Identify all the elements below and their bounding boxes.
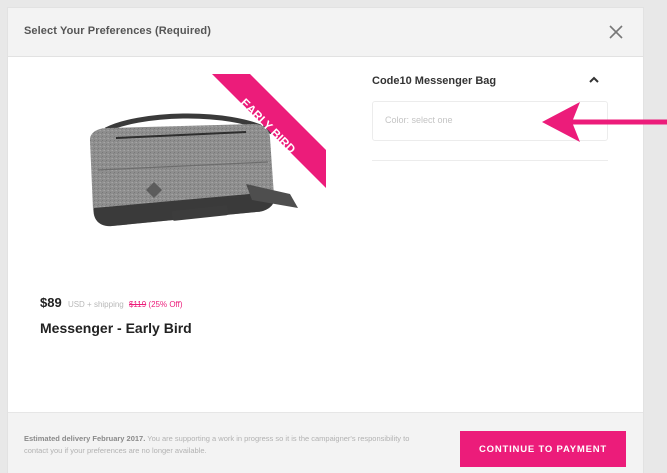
modal-header: Select Your Preferences (Required) xyxy=(8,8,643,57)
option-name: Code10 Messenger Bag xyxy=(372,75,497,87)
discount-label: (25% Off) xyxy=(148,300,183,309)
pointer-arrow-icon xyxy=(542,102,667,142)
perk-title: Messenger - Early Bird xyxy=(40,320,192,336)
product-image: EARLY BIRD xyxy=(76,74,326,244)
collapse-option-button[interactable] xyxy=(588,73,600,85)
color-select-placeholder: Color: select one xyxy=(385,115,453,125)
continue-to-payment-button[interactable]: CONTINUE TO PAYMENT xyxy=(460,431,626,467)
annotation-arrow xyxy=(540,100,667,146)
price-note: USD + shipping xyxy=(67,300,124,309)
price: $89 xyxy=(40,295,62,310)
delivery-note: Estimated delivery February 2017. You ar… xyxy=(24,433,424,457)
modal-footer: Estimated delivery February 2017. You ar… xyxy=(8,412,643,473)
delivery-label: Estimated delivery February 2017. xyxy=(24,434,146,443)
price-line: $89 USD + shipping $119 (25% Off) xyxy=(40,295,183,310)
chevron-up-icon xyxy=(589,76,599,83)
preferences-modal: Select Your Preferences (Required) EARLY… xyxy=(8,8,643,473)
close-button[interactable] xyxy=(606,22,626,42)
modal-title: Select Your Preferences (Required) xyxy=(24,25,212,37)
messenger-bag-image: EARLY BIRD xyxy=(90,74,326,227)
option-divider xyxy=(372,160,608,161)
original-price: $119 xyxy=(128,300,147,309)
close-icon xyxy=(609,25,623,39)
